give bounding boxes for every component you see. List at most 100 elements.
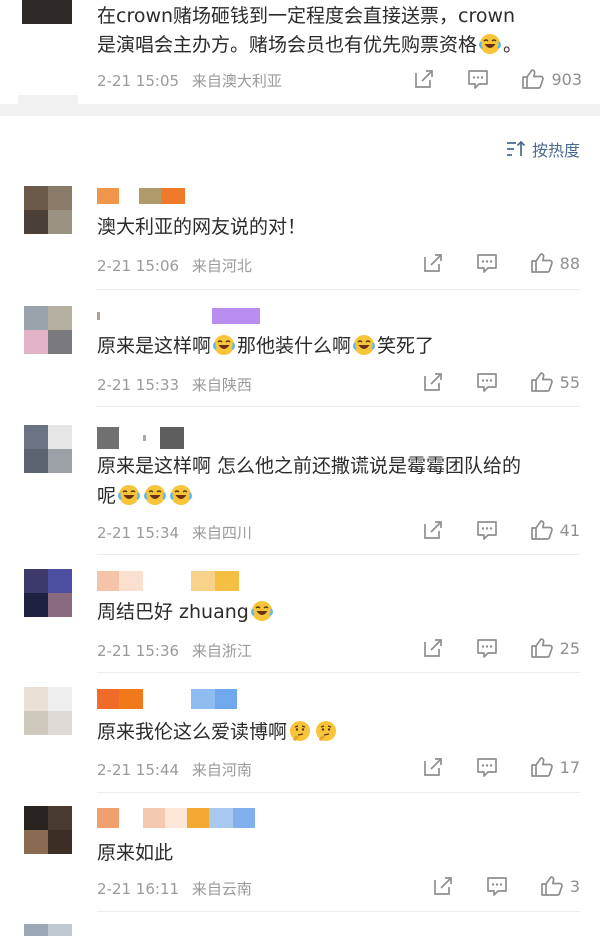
comment-text-line: 原来是这样啊 怎么他之前还撒谎说是霉霉团队给的 — [97, 455, 522, 477]
comment-time: 2-21 15:33 — [97, 376, 180, 394]
share-icon[interactable] — [422, 252, 444, 274]
comment-text-part: 周结巴好 zhuang — [97, 601, 249, 623]
like-count: 25 — [559, 638, 580, 658]
avatar[interactable] — [24, 569, 72, 617]
divider-decoration — [18, 95, 78, 104]
comment-actions: 25 — [422, 637, 580, 659]
share-icon[interactable] — [432, 875, 454, 897]
laugh-cry-emoji-icon — [213, 334, 235, 356]
comment-time: 2-21 15:36 — [97, 642, 180, 660]
comment-text-part: 呢 — [97, 485, 117, 507]
share-icon[interactable] — [422, 519, 444, 541]
top-comment: 在crown赌场砸钱到一定程度会直接送票，crown 是演唱会主办方。赌场会员也… — [0, 0, 600, 104]
laugh-cry-emoji-icon — [144, 484, 166, 506]
like-count: 88 — [559, 253, 580, 273]
comment-text: 原来如此 — [97, 842, 174, 864]
comment-text-line: 呢 — [97, 481, 582, 511]
comment-actions: 88 — [422, 252, 580, 274]
like-count: 3 — [569, 876, 580, 896]
like-count: 41 — [559, 520, 580, 540]
comment-time: 2-21 15:44 — [97, 761, 180, 779]
section-divider — [0, 104, 600, 116]
comment-time: 2-21 15:05 — [97, 72, 180, 90]
comment-actions: 17 — [422, 756, 580, 778]
comment-separator — [97, 554, 580, 555]
reply-icon[interactable] — [467, 68, 489, 90]
comment-text: 原来是这样啊 怎么他之前还撒谎说是霉霉团队给的 呢 — [97, 451, 582, 511]
avatar[interactable] — [22, 0, 72, 24]
comment-location: 来自浙江 — [191, 642, 252, 660]
like-button[interactable]: 88 — [530, 252, 580, 274]
comment-location: 来自澳大利亚 — [191, 72, 282, 90]
comment-location: 来自河北 — [191, 257, 252, 275]
like-button[interactable]: 41 — [530, 519, 580, 541]
comment-actions: 41 — [422, 519, 580, 541]
comment-time: 2-21 16:11 — [97, 880, 180, 898]
comment-meta: 2-21 15:44 来自河南 — [97, 759, 252, 780]
thumbs-up-icon — [530, 637, 554, 659]
comment-separator — [97, 672, 580, 673]
reply-icon[interactable] — [476, 519, 498, 541]
laugh-cry-emoji-icon — [353, 334, 375, 356]
avatar[interactable] — [24, 687, 72, 735]
laugh-cry-emoji-icon — [170, 484, 192, 506]
username[interactable] — [97, 427, 184, 449]
username[interactable] — [97, 308, 260, 324]
avatar[interactable] — [24, 806, 72, 854]
comment-actions: 903 — [413, 68, 582, 90]
avatar[interactable] — [24, 186, 72, 234]
like-count: 903 — [551, 69, 582, 89]
comment-separator — [97, 406, 580, 407]
comment-text: 原来是这样啊 那他装什么啊 笑死了 — [97, 331, 582, 361]
share-icon[interactable] — [422, 637, 444, 659]
share-icon[interactable] — [422, 756, 444, 778]
like-button[interactable]: 25 — [530, 637, 580, 659]
like-button[interactable]: 3 — [540, 875, 580, 897]
username[interactable] — [97, 571, 239, 591]
avatar[interactable] — [24, 425, 72, 473]
comment-text-part: 是演唱会主办方。赌场会员也有优先购票资格 — [97, 34, 478, 56]
thumbs-up-icon — [540, 875, 564, 897]
comment-separator — [97, 792, 580, 793]
comment-meta: 2-21 15:36 来自浙江 — [97, 640, 252, 661]
reply-icon[interactable] — [476, 637, 498, 659]
thumbs-up-icon — [530, 371, 554, 393]
avatar[interactable] — [24, 924, 72, 936]
reply-icon[interactable] — [476, 756, 498, 778]
comment-time: 2-21 15:06 — [97, 257, 180, 275]
share-icon[interactable] — [422, 371, 444, 393]
laugh-cry-emoji-icon — [118, 484, 140, 506]
comment-meta: 2-21 16:11 来自云南 — [97, 878, 252, 899]
username[interactable] — [97, 808, 255, 828]
comment-separator — [97, 911, 580, 912]
comment-text: 澳大利亚的网友说的对！ — [97, 216, 307, 238]
reply-icon[interactable] — [476, 252, 498, 274]
like-count: 17 — [559, 757, 580, 777]
username[interactable] — [97, 689, 237, 709]
share-icon[interactable] — [413, 68, 435, 90]
username[interactable] — [97, 188, 185, 204]
like-button[interactable]: 55 — [530, 371, 580, 393]
reply-icon[interactable] — [476, 371, 498, 393]
comment-separator — [97, 289, 580, 290]
comment-text-line: 在crown赌场砸钱到一定程度会直接送票，crown — [97, 5, 516, 27]
comment-location: 来自陕西 — [191, 376, 252, 394]
thumbs-up-icon — [530, 252, 554, 274]
sort-label: 按热度 — [531, 141, 580, 160]
comment-text: 在crown赌场砸钱到一定程度会直接送票，crown 是演唱会主办方。赌场会员也… — [97, 2, 577, 60]
comment-text: 原来我伦这么爱读博啊 — [97, 717, 582, 747]
comment-text-part: 。 — [503, 34, 523, 56]
thinking-emoji-icon — [315, 720, 337, 742]
reply-icon[interactable] — [486, 875, 508, 897]
comment-text-part: 笑死了 — [377, 335, 435, 357]
thumbs-up-icon — [530, 756, 554, 778]
sort-button[interactable]: 按热度 — [506, 137, 580, 161]
comment-text-part: 原来我伦这么爱读博啊 — [97, 721, 288, 743]
laugh-cry-emoji-icon — [479, 33, 501, 55]
comment-meta: 2-21 15:34 来自四川 — [97, 522, 252, 543]
like-button[interactable]: 903 — [521, 68, 582, 90]
avatar[interactable] — [24, 306, 72, 354]
like-count: 55 — [559, 372, 580, 392]
comment-location: 来自云南 — [191, 880, 252, 898]
like-button[interactable]: 17 — [530, 756, 580, 778]
